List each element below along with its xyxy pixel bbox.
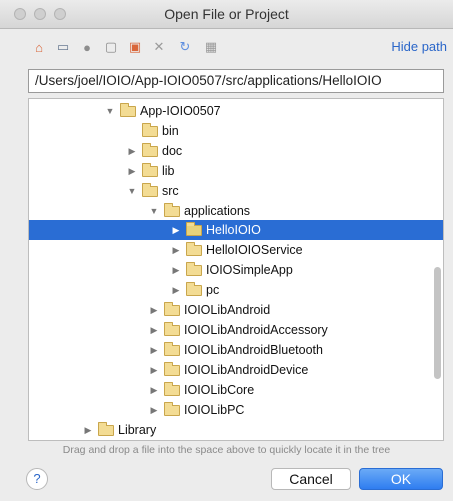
folder-icon (120, 102, 136, 117)
tree-item-pc[interactable]: ▶ pc (29, 280, 443, 300)
tree-item-label: Library (118, 423, 157, 437)
tree-item-label: IOIOLibAndroidBluetooth (184, 343, 323, 357)
chevron-right-icon[interactable]: ▶ (126, 146, 138, 157)
tree-item-label: IOIOLibCore (184, 383, 255, 397)
chevron-right-icon[interactable]: ▶ (126, 166, 138, 177)
tree-item-label: IOIOLibAndroid (184, 303, 271, 317)
refresh-icon[interactable]: ↻ (176, 38, 194, 56)
folder-icon (164, 381, 180, 396)
tree-item-label: IOIOLibAndroidDevice (184, 363, 309, 377)
show-hidden-icon[interactable]: ▦ (202, 38, 220, 56)
folder-icon (142, 182, 158, 197)
tree-item-label: pc (206, 283, 220, 297)
folder-icon (142, 122, 158, 137)
folder-icon (98, 421, 114, 436)
delete-icon[interactable]: ✕ (150, 38, 168, 56)
tree-item-label: App-IOIO0507 (140, 104, 221, 118)
folder-icon (186, 241, 202, 256)
chevron-right-icon[interactable]: ▶ (170, 285, 182, 296)
tree-item-helloioioservice[interactable]: ▶ HelloIOIOService (29, 240, 443, 260)
chevron-right-icon[interactable]: ▶ (148, 385, 160, 396)
tree-item-ioiolibandroiddevice[interactable]: ▶ IOIOLibAndroidDevice (29, 360, 443, 380)
tree-item-label: IOIOLibAndroidAccessory (184, 323, 328, 337)
tree-item-src[interactable]: ▼ src (29, 181, 443, 201)
tree-item-label: applications (184, 204, 251, 218)
chevron-right-icon[interactable]: ▶ (82, 425, 94, 436)
title-bar: Open File or Project (0, 0, 453, 29)
chevron-right-icon[interactable]: ▶ (148, 325, 160, 336)
tree-item-ioiolibcore[interactable]: ▶ IOIOLibCore (29, 380, 443, 400)
tree-item-label: lib (162, 164, 175, 178)
folder-icon[interactable]: ▢ (102, 38, 120, 56)
tree-item-label: IOIOSimpleApp (206, 263, 293, 277)
folder-icon (142, 142, 158, 157)
folder-icon (142, 162, 158, 177)
tree-item-lib[interactable]: ▶ lib (29, 161, 443, 181)
project-icon[interactable]: ● (78, 38, 96, 56)
tree-item-applications[interactable]: ▼ applications (29, 201, 443, 221)
chevron-down-icon[interactable]: ▼ (104, 106, 116, 116)
hide-path-link[interactable]: Hide path (391, 39, 447, 54)
folder-icon (186, 261, 202, 276)
tree-item-label: HelloIOIO (206, 223, 261, 237)
chevron-right-icon[interactable]: ▶ (170, 265, 182, 276)
tree-item-library[interactable]: ▶ Library (29, 420, 443, 440)
tree-item-ioiolibpc[interactable]: ▶ IOIOLibPC (29, 400, 443, 420)
chevron-right-icon[interactable]: ▶ (148, 365, 160, 376)
tree-item-bin[interactable]: bin (29, 121, 443, 141)
path-input[interactable]: /Users/joel/IOIO/App-IOIO0507/src/applic… (28, 69, 444, 93)
tree-item-label: IOIOLibPC (184, 403, 245, 417)
home-icon[interactable]: ⌂ (30, 38, 48, 56)
chevron-down-icon[interactable]: ▼ (126, 186, 138, 196)
new-folder-icon[interactable]: ▣ (126, 38, 144, 56)
ok-button[interactable]: OK (359, 468, 443, 490)
folder-icon (164, 401, 180, 416)
help-button[interactable]: ? (26, 468, 48, 490)
folder-icon (164, 202, 180, 217)
folder-icon (164, 361, 180, 376)
dialog-toolbar: ⌂ ▭ ● ▢ ▣ ✕ ↻ ▦ Hide path (0, 36, 453, 60)
folder-icon (164, 301, 180, 316)
chevron-right-icon[interactable]: ▶ (148, 345, 160, 356)
open-file-dialog: Open File or Project ⌂ ▭ ● ▢ ▣ ✕ ↻ ▦ Hid… (0, 0, 453, 501)
chevron-right-icon[interactable]: ▶ (148, 305, 160, 316)
folder-icon (164, 321, 180, 336)
tree-item-doc[interactable]: ▶ doc (29, 141, 443, 161)
tree-item-label: bin (162, 124, 179, 138)
tree-item-ioiolibandroidbluetooth[interactable]: ▶ IOIOLibAndroidBluetooth (29, 340, 443, 360)
cancel-button[interactable]: Cancel (271, 468, 351, 490)
drag-drop-hint: Drag and drop a file into the space abov… (62, 444, 391, 456)
tree-item-ioiolibandroidaccessory[interactable]: ▶ IOIOLibAndroidAccessory (29, 320, 443, 340)
desktop-icon[interactable]: ▭ (54, 38, 72, 56)
tree-item-ioiosimpleapp[interactable]: ▶ IOIOSimpleApp (29, 260, 443, 280)
chevron-right-icon[interactable]: ▶ (148, 405, 160, 416)
chevron-right-icon[interactable]: ▶ (170, 225, 182, 236)
folder-icon (164, 341, 180, 356)
tree-item-label: src (162, 184, 179, 198)
folder-icon (186, 221, 202, 236)
folder-icon (186, 281, 202, 296)
chevron-down-icon[interactable]: ▼ (148, 206, 160, 216)
vertical-scrollbar[interactable] (434, 267, 441, 379)
tree-item-label: HelloIOIOService (206, 243, 303, 257)
tree-item-helloioio[interactable]: ▶ HelloIOIO (29, 220, 443, 240)
tree-item-ioiolibandroid[interactable]: ▶ IOIOLibAndroid (29, 300, 443, 320)
tree-item-app-ioio0507[interactable]: ▼ App-IOIO0507 (29, 101, 443, 121)
tree-item-label: doc (162, 144, 183, 158)
file-tree[interactable]: ▼ App-IOIO0507 bin ▶ doc ▶ lib ▼ src ▼ a… (28, 98, 444, 441)
chevron-right-icon[interactable]: ▶ (170, 245, 182, 256)
window-title: Open File or Project (164, 6, 289, 22)
